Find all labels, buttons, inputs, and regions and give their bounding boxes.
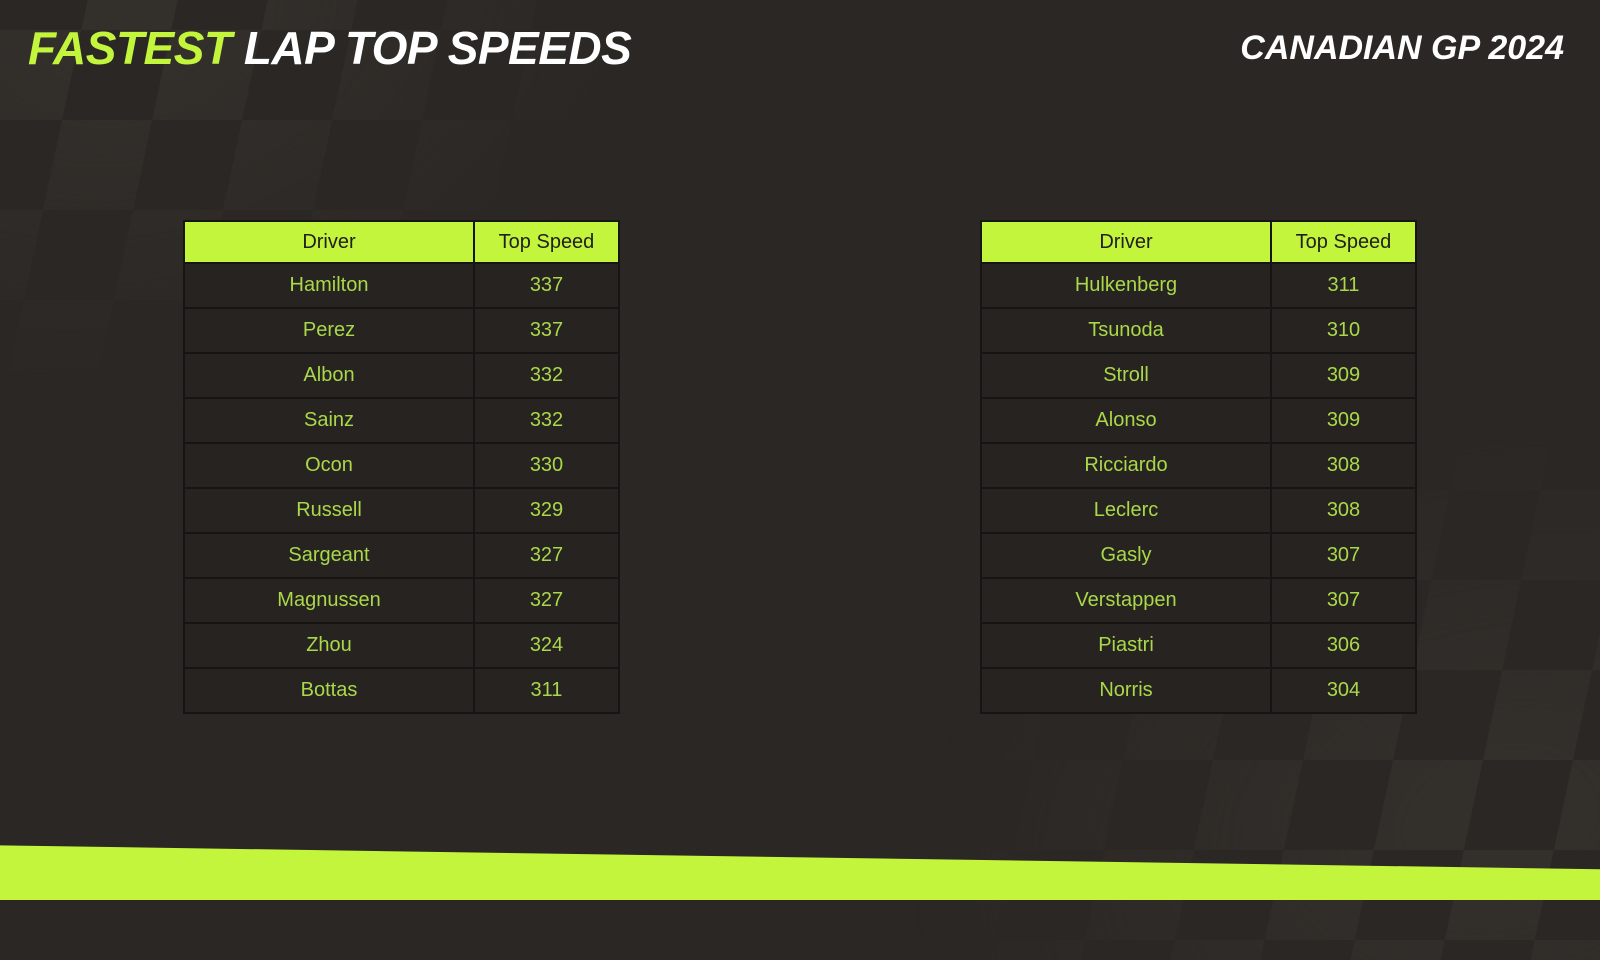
cell-top-speed: 307 <box>1270 532 1417 579</box>
cell-top-speed: 310 <box>1270 307 1417 354</box>
cell-driver: Leclerc <box>980 487 1272 534</box>
cell-top-speed: 304 <box>1270 667 1417 714</box>
cell-driver: Alonso <box>980 397 1272 444</box>
table-row: Piastri 306 <box>980 622 1417 669</box>
cell-top-speed: 330 <box>473 442 620 489</box>
cell-driver: Tsunoda <box>980 307 1272 354</box>
column-header-top-speed: Top Speed <box>1270 220 1417 264</box>
cell-top-speed: 327 <box>473 532 620 579</box>
cell-driver: Magnussen <box>183 577 475 624</box>
table-header-row: Driver Top Speed <box>183 220 620 264</box>
cell-top-speed: 306 <box>1270 622 1417 669</box>
cell-top-speed: 311 <box>1270 262 1417 309</box>
table-row: Stroll 309 <box>980 352 1417 399</box>
right-speed-table: Driver Top Speed Hulkenberg 311 Tsunoda 31… <box>980 220 1417 714</box>
table-row: Ricciardo 308 <box>980 442 1417 489</box>
bottom-accent-band <box>0 845 1600 900</box>
page-header: FASTEST LAP TOP SPEEDS CANADIAN GP 2024 <box>0 0 1600 96</box>
column-header-driver: Driver <box>980 220 1272 264</box>
cell-top-speed: 332 <box>473 352 620 399</box>
table-row: Sainz 332 <box>183 397 620 444</box>
cell-driver: Hamilton <box>183 262 475 309</box>
cell-top-speed: 311 <box>473 667 620 714</box>
page-title-plain: LAP TOP SPEEDS <box>243 22 632 74</box>
cell-driver: Norris <box>980 667 1272 714</box>
cell-top-speed: 324 <box>473 622 620 669</box>
table-row: Alonso 309 <box>980 397 1417 444</box>
cell-driver: Albon <box>183 352 475 399</box>
table-row: Russell 329 <box>183 487 620 534</box>
table-row: Magnussen 327 <box>183 577 620 624</box>
table-row: Ocon 330 <box>183 442 620 489</box>
cell-top-speed: 307 <box>1270 577 1417 624</box>
cell-driver: Russell <box>183 487 475 534</box>
cell-driver: Ocon <box>183 442 475 489</box>
cell-top-speed: 332 <box>473 397 620 444</box>
table-row: Verstappen 307 <box>980 577 1417 624</box>
table-row: Albon 332 <box>183 352 620 399</box>
cell-driver: Hulkenberg <box>980 262 1272 309</box>
column-header-top-speed: Top Speed <box>473 220 620 264</box>
cell-driver: Sargeant <box>183 532 475 579</box>
cell-driver: Verstappen <box>980 577 1272 624</box>
cell-driver: Ricciardo <box>980 442 1272 489</box>
cell-top-speed: 308 <box>1270 442 1417 489</box>
table-row: Zhou 324 <box>183 622 620 669</box>
table-row: Norris 304 <box>980 667 1417 714</box>
cell-driver: Stroll <box>980 352 1272 399</box>
cell-top-speed: 309 <box>1270 352 1417 399</box>
cell-top-speed: 337 <box>473 262 620 309</box>
cell-top-speed: 309 <box>1270 397 1417 444</box>
table-row: Bottas 311 <box>183 667 620 714</box>
table-header-row: Driver Top Speed <box>980 220 1417 264</box>
cell-driver: Zhou <box>183 622 475 669</box>
cell-driver: Piastri <box>980 622 1272 669</box>
table-row: Leclerc 308 <box>980 487 1417 534</box>
page-title: FASTEST LAP TOP SPEEDS <box>28 21 632 75</box>
page-title-accent: FASTEST <box>28 22 232 74</box>
table-row: Sargeant 327 <box>183 532 620 579</box>
tables-container: Driver Top Speed Hamilton 337 Perez 337 Al… <box>0 220 1600 714</box>
left-speed-table: Driver Top Speed Hamilton 337 Perez 337 Al… <box>183 220 620 714</box>
table-row: Hamilton 337 <box>183 262 620 309</box>
cell-driver: Gasly <box>980 532 1272 579</box>
table-row: Perez 337 <box>183 307 620 354</box>
cell-top-speed: 308 <box>1270 487 1417 534</box>
cell-top-speed: 327 <box>473 577 620 624</box>
table-row: Tsunoda 310 <box>980 307 1417 354</box>
table-row: Hulkenberg 311 <box>980 262 1417 309</box>
cell-top-speed: 337 <box>473 307 620 354</box>
cell-top-speed: 329 <box>473 487 620 534</box>
event-subtitle: CANADIAN GP 2024 <box>1240 28 1564 67</box>
table-row: Gasly 307 <box>980 532 1417 579</box>
cell-driver: Sainz <box>183 397 475 444</box>
cell-driver: Perez <box>183 307 475 354</box>
cell-driver: Bottas <box>183 667 475 714</box>
column-header-driver: Driver <box>183 220 475 264</box>
